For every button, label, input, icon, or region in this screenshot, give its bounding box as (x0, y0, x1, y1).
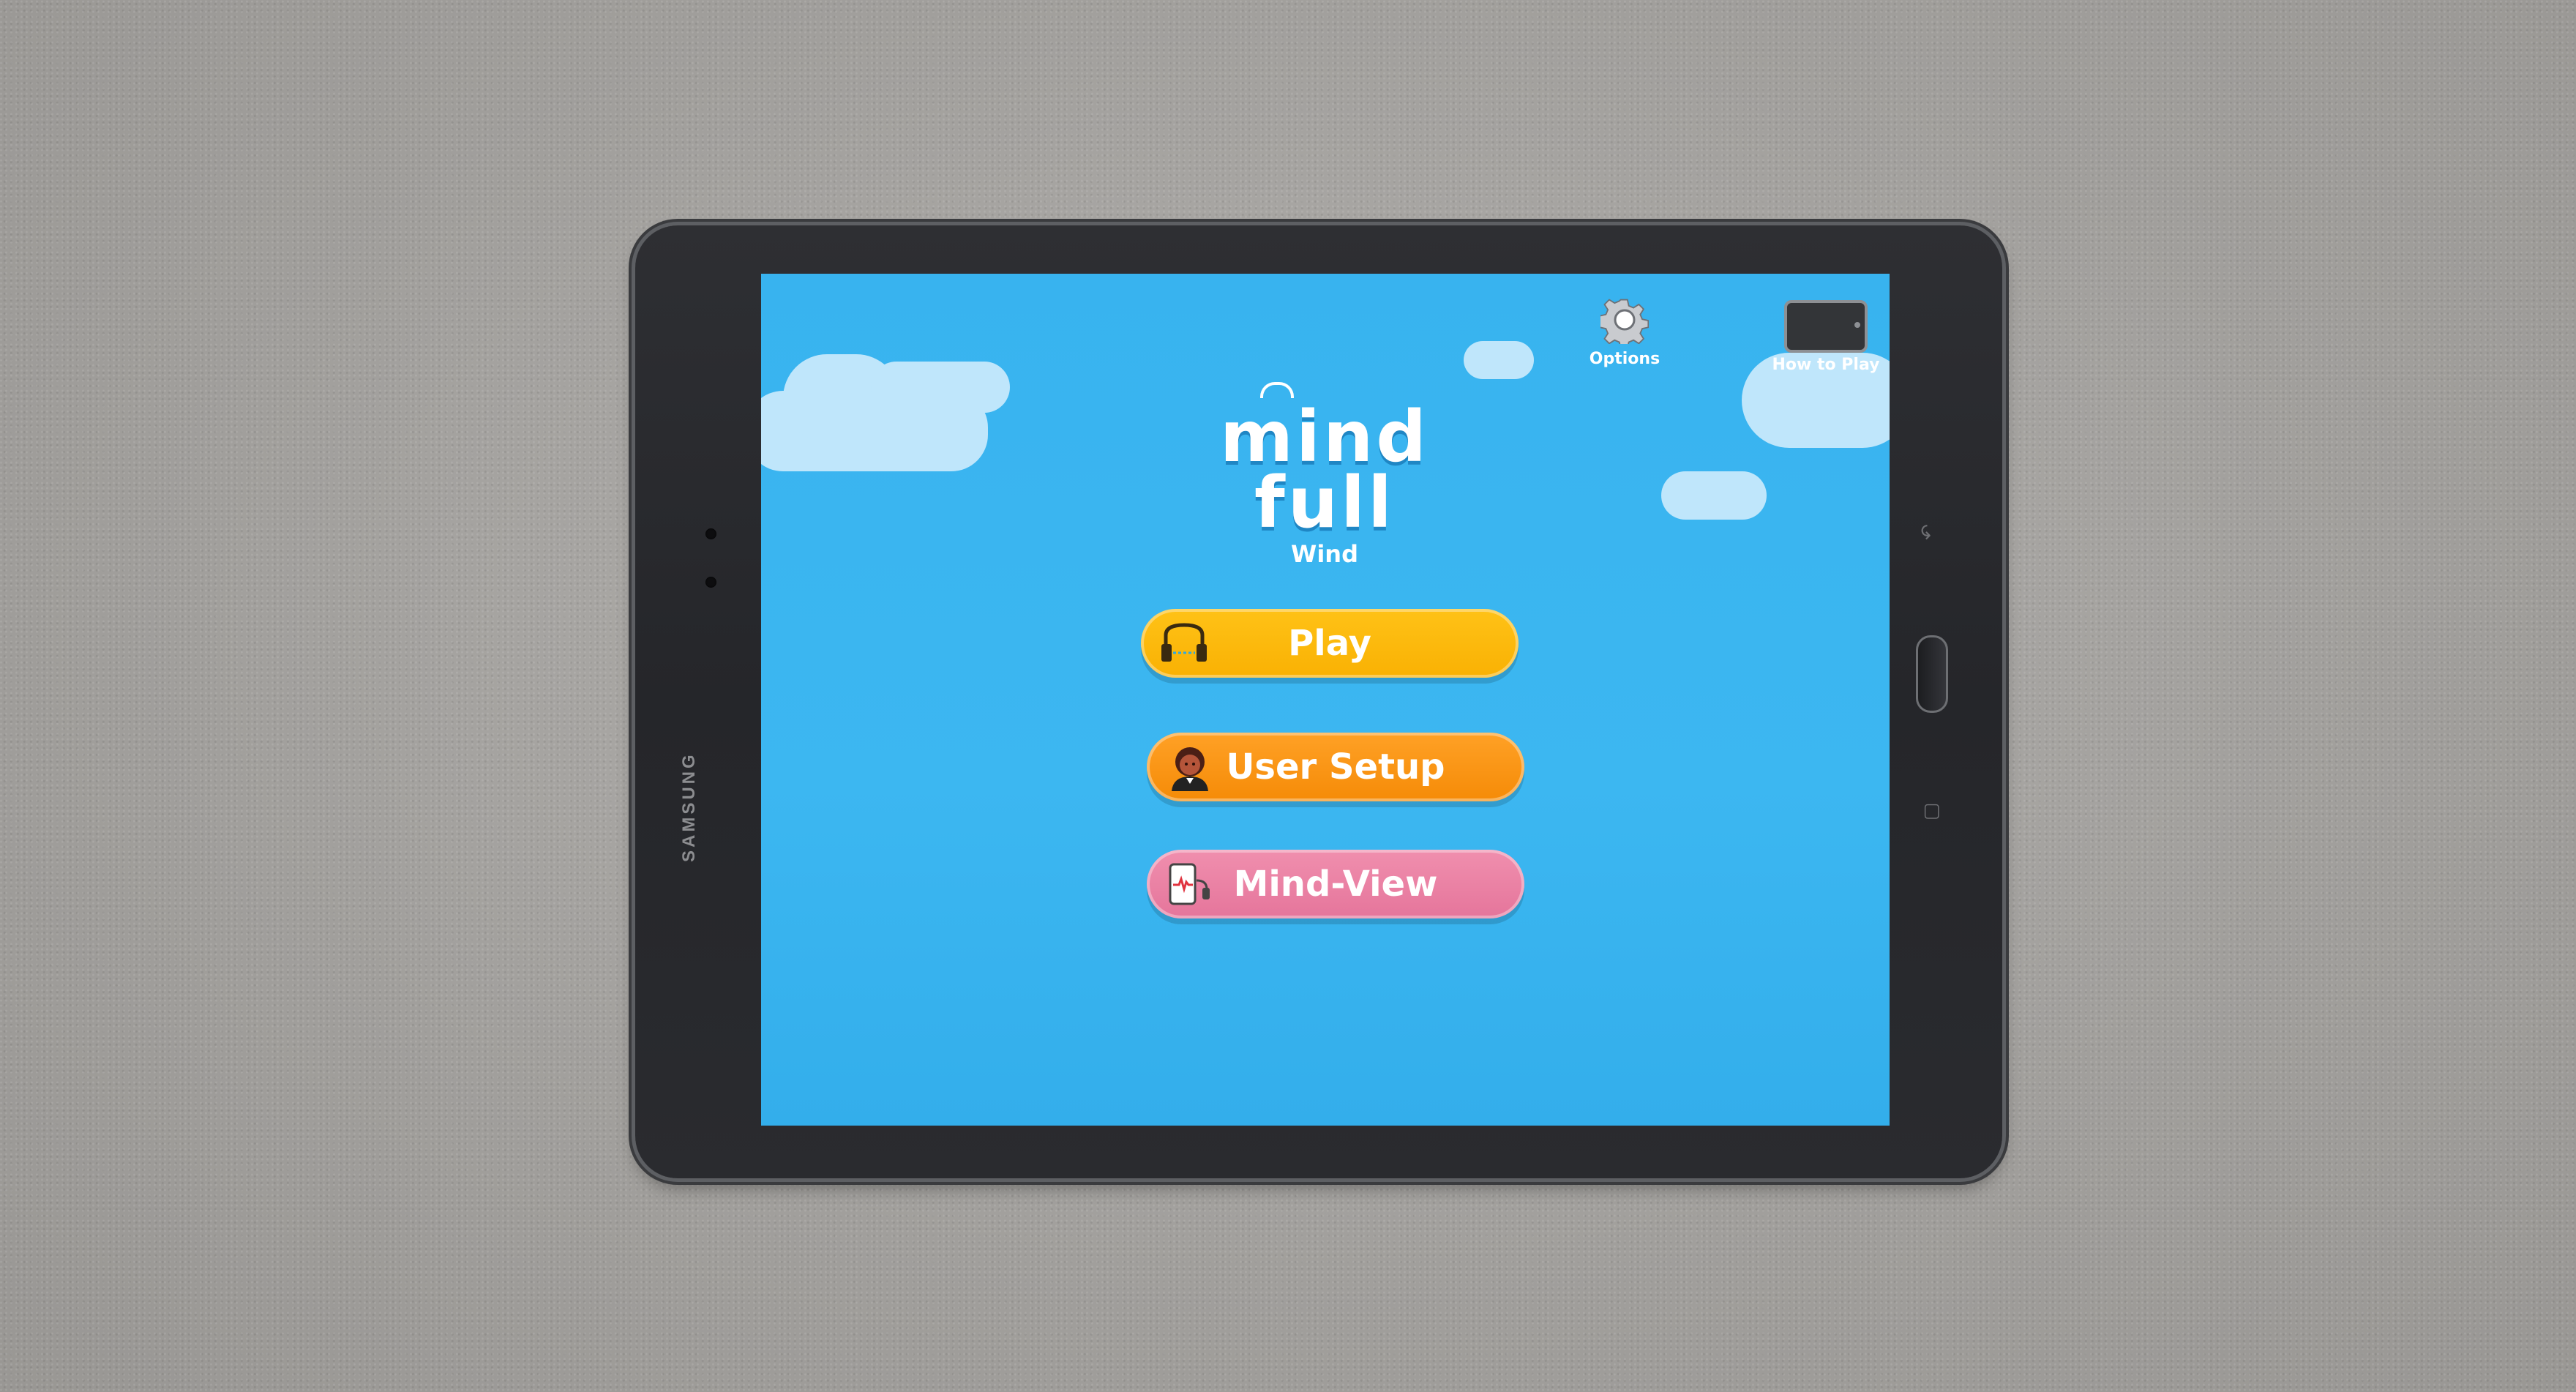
avatar-icon (1172, 747, 1208, 791)
play-label: Play (1288, 623, 1371, 664)
headphones-icon (1161, 623, 1207, 662)
user-setup-label: User Setup (1226, 746, 1445, 787)
how-to-play-button[interactable]: How to Play (1771, 300, 1881, 374)
mind-view-label: Mind-View (1233, 864, 1438, 905)
app-logo: mind full Wind (1200, 382, 1449, 568)
cloud-decoration (871, 362, 1010, 413)
logo-subtitle: Wind (1291, 540, 1358, 568)
logo-line-1: mind (1220, 396, 1429, 478)
tablet-heartbeat-icon (1169, 863, 1210, 905)
light-sensor (705, 577, 716, 588)
options-button[interactable]: Options (1581, 296, 1669, 368)
logo-line-2: full (1254, 462, 1395, 544)
home-button[interactable] (1916, 635, 1948, 713)
logo-cloud-icon (1260, 382, 1294, 398)
app-screen: Options How to Play mind full Wind Play (761, 274, 1890, 1126)
tablet-icon (1784, 300, 1868, 353)
tablet-device: SAMSUNG ↶ ▢ Options How to Play mind ful… (635, 225, 2002, 1178)
options-label: Options (1589, 350, 1660, 368)
brand-label: SAMSUNG (679, 752, 699, 862)
front-camera (705, 528, 716, 539)
cloud-decoration (1661, 471, 1767, 520)
gear-icon (1600, 299, 1649, 344)
back-key-icon[interactable]: ↶ (1917, 524, 1939, 540)
recent-apps-key-icon[interactable]: ▢ (1920, 803, 1942, 821)
mind-view-button[interactable]: Mind-View (1147, 850, 1524, 918)
cloud-decoration (1464, 341, 1534, 379)
user-setup-button[interactable]: User Setup (1147, 733, 1524, 801)
how-to-play-label: How to Play (1772, 356, 1880, 374)
play-button[interactable]: Play (1141, 609, 1519, 678)
